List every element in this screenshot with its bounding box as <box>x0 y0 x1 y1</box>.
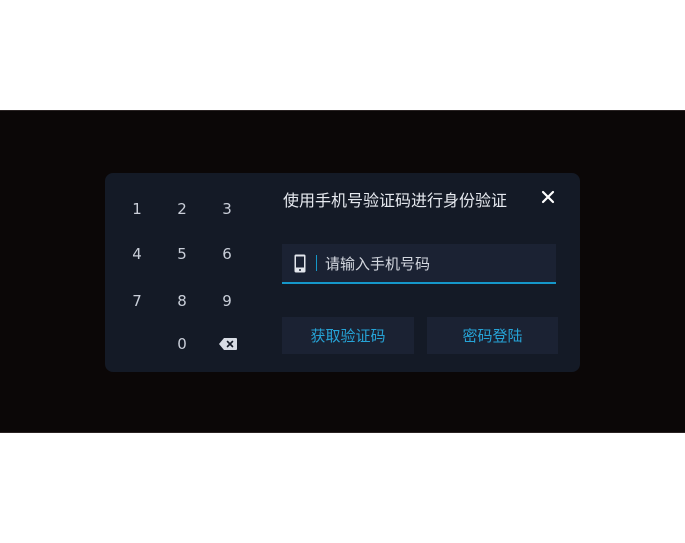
close-button[interactable] <box>537 187 559 209</box>
backspace-key[interactable] <box>207 326 249 362</box>
key-0[interactable]: 0 <box>161 326 203 362</box>
key-2[interactable]: 2 <box>161 191 203 227</box>
key-8[interactable]: 8 <box>161 283 203 319</box>
numeric-keypad: 1 2 3 4 5 6 7 8 9 0 <box>115 173 275 372</box>
phone-input[interactable]: 请输入手机号码 <box>282 244 556 284</box>
dialog-title: 使用手机号验证码进行身份验证 <box>283 191 508 210</box>
password-login-button[interactable]: 密码登陆 <box>427 317 558 354</box>
mobile-phone-icon <box>294 254 306 273</box>
key-4[interactable]: 4 <box>116 236 158 272</box>
get-code-button[interactable]: 获取验证码 <box>282 317 414 354</box>
key-9[interactable]: 9 <box>206 283 248 319</box>
key-6[interactable]: 6 <box>206 236 248 272</box>
input-cursor-divider <box>316 255 317 271</box>
key-3[interactable]: 3 <box>206 191 248 227</box>
login-dialog: 1 2 3 4 5 6 7 8 9 0 使用手机号验证码进行身份验证 请输入手机… <box>105 173 580 372</box>
phone-placeholder: 请输入手机号码 <box>325 254 431 273</box>
screen-backdrop: 1 2 3 4 5 6 7 8 9 0 使用手机号验证码进行身份验证 请输入手机… <box>0 110 685 433</box>
backspace-icon <box>218 337 238 351</box>
key-5[interactable]: 5 <box>161 236 203 272</box>
key-7[interactable]: 7 <box>116 283 158 319</box>
close-icon <box>541 189 555 208</box>
key-1[interactable]: 1 <box>116 191 158 227</box>
